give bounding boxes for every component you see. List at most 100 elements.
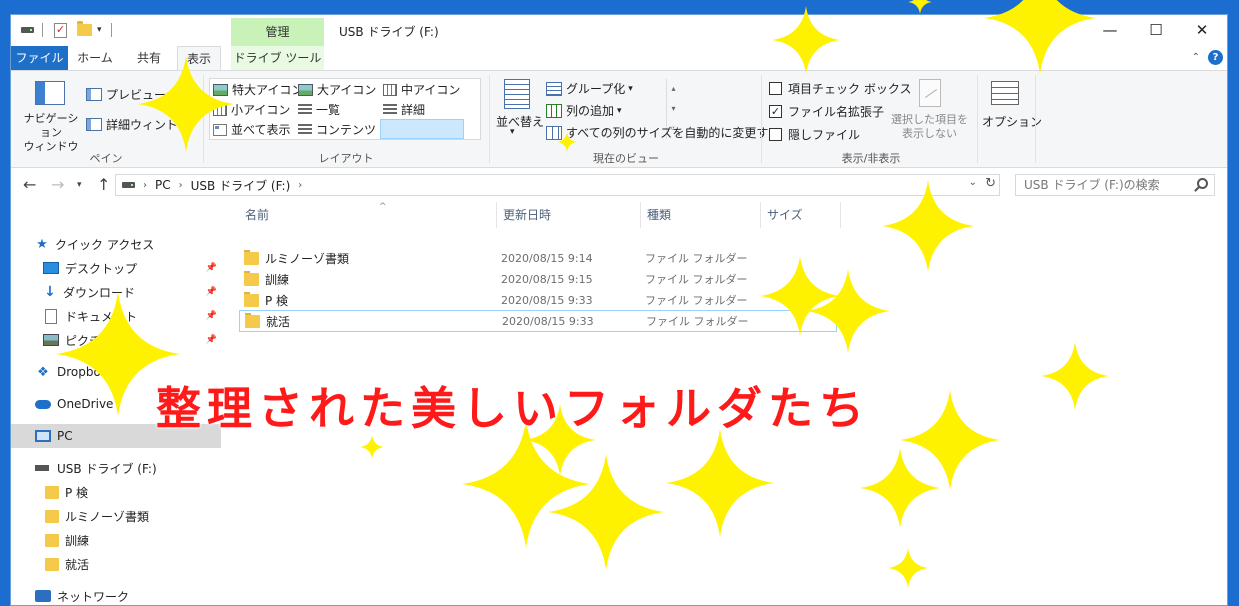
nav-pane-button[interactable]: ナビゲーション ウィンドウ <box>19 112 83 154</box>
options-button[interactable]: オプション <box>982 113 1042 130</box>
table-row[interactable]: ルミノーゾ書類 2020/08/15 9:14 ファイル フォルダー <box>239 247 837 269</box>
chevron-right-icon[interactable]: › <box>143 180 147 191</box>
help-icon[interactable]: ? <box>1208 50 1223 65</box>
nav-network[interactable]: ネットワーク <box>11 584 221 605</box>
breadcrumb-usb-drive[interactable]: USB ドライブ (F:) <box>191 177 291 194</box>
layout-content[interactable]: コンテンツ <box>298 121 376 138</box>
add-column-icon <box>546 103 562 118</box>
pin-icon[interactable]: 📌 <box>206 335 217 345</box>
layout-selection-highlight <box>380 119 464 139</box>
item-checkboxes-label: 項目チェック ボックス <box>788 82 912 96</box>
fit-columns-button[interactable]: すべての列のサイズを自動的に変更する <box>546 124 780 141</box>
up-arrow-icon[interactable]: ↑ <box>97 175 110 194</box>
nav-desktop[interactable]: デスクトップ 📌 <box>11 256 221 280</box>
file-modified: 2020/08/15 9:15 <box>501 272 593 286</box>
sort-icon[interactable] <box>504 79 534 109</box>
refresh-icon[interactable]: ↻ <box>985 176 996 191</box>
address-bar[interactable]: › PC › USB ドライブ (F:) › ⌄ ↻ <box>115 174 1000 196</box>
chevron-down-icon: ▾ <box>617 105 622 116</box>
search-placeholder: USB ドライブ (F:)の検索 <box>1024 178 1160 192</box>
group-label-show-hide: 表示/非表示 <box>841 152 901 165</box>
layout-label: 小アイコン <box>231 103 291 117</box>
column-header-size[interactable]: サイズ <box>761 202 841 228</box>
item-checkboxes-toggle[interactable]: 項目チェック ボックス <box>769 80 911 97</box>
sparkle-icon <box>772 6 840 74</box>
window-title: USB ドライブ (F:) <box>339 25 439 39</box>
tab-file[interactable]: ファイル <box>11 46 68 70</box>
add-column-button[interactable]: 列の追加 ▾ <box>546 102 622 119</box>
nav-quick-access[interactable]: ★ クイック アクセス <box>11 232 221 256</box>
layout-list[interactable]: 一覧 <box>298 101 340 118</box>
sparkle-icon <box>557 132 577 152</box>
folder-icon <box>245 312 260 328</box>
column-header-modified[interactable]: 更新日時 <box>497 202 641 228</box>
recent-locations-icon[interactable]: ▾ <box>77 180 82 190</box>
nav-label: ルミノーゾ書類 <box>65 509 150 524</box>
sparkle-icon <box>548 454 664 570</box>
chevron-right-icon[interactable]: › <box>179 180 183 191</box>
nav-pane-icon[interactable] <box>35 81 69 105</box>
group-label-pane: ペイン <box>89 152 123 165</box>
search-input[interactable]: USB ドライブ (F:)の検索 <box>1015 174 1215 196</box>
table-row[interactable]: 訓練 2020/08/15 9:15 ファイル フォルダー <box>239 268 837 290</box>
nav-folder-p-ken[interactable]: P 検 <box>11 480 221 504</box>
group-by-button[interactable]: グループ化 ▾ <box>546 80 633 97</box>
separator <box>42 21 43 39</box>
nav-usb-drive[interactable]: USB ドライブ (F:) <box>11 456 221 480</box>
pin-icon[interactable]: 📌 <box>206 263 217 273</box>
list-icon <box>298 103 312 116</box>
layout-details[interactable]: 詳細 <box>383 101 425 118</box>
close-button[interactable]: ✕ <box>1179 15 1225 45</box>
nav-folder-luminoso[interactable]: ルミノーゾ書類 <box>11 504 221 528</box>
layout-label: 特大アイコン <box>232 83 304 97</box>
table-row[interactable]: P 検 2020/08/15 9:33 ファイル フォルダー <box>239 289 837 311</box>
sort-button[interactable]: 並べ替え <box>496 113 544 130</box>
nav-folder-kunren[interactable]: 訓練 <box>11 528 221 552</box>
details-icon <box>383 103 397 116</box>
hide-selected-button[interactable]: 選択した項目を 表示しない <box>891 113 971 141</box>
file-name: ルミノーゾ書類 <box>265 251 350 266</box>
forward-arrow-icon[interactable]: → <box>51 175 64 194</box>
image-icon <box>298 83 313 96</box>
quick-access-dropdown-icon[interactable]: ▾ <box>97 21 102 39</box>
sparkle-icon <box>806 269 890 353</box>
desktop-icon <box>43 262 59 274</box>
file-extensions-label: ファイル名拡張子 <box>788 105 885 119</box>
layout-label: 中アイコン <box>401 83 461 97</box>
layout-label: 詳細 <box>401 103 426 117</box>
layout-label: コンテンツ <box>316 123 377 137</box>
hidden-items-toggle[interactable]: 隠しファイル <box>769 126 860 143</box>
group-separator <box>1035 75 1036 163</box>
dropbox-icon: ❖ <box>37 364 49 380</box>
checkbox-unchecked-icon <box>769 82 782 95</box>
nav-folder-shukatsu[interactable]: 就活 <box>11 552 221 576</box>
pin-icon[interactable]: 📌 <box>206 311 217 321</box>
column-header-type[interactable]: 種類 <box>641 202 761 228</box>
back-arrow-icon[interactable]: ← <box>23 175 36 194</box>
file-extensions-toggle[interactable]: ✓ ファイル名拡張子 <box>769 103 884 120</box>
checkbox-checked-icon: ✓ <box>769 105 782 118</box>
breadcrumb-pc[interactable]: PC <box>155 178 171 192</box>
table-row[interactable]: 就活 2020/08/15 9:33 ファイル フォルダー <box>239 310 837 332</box>
column-header-name[interactable]: 名前 ^ <box>239 202 497 228</box>
layout-medium-icons[interactable]: 中アイコン <box>383 81 460 98</box>
column-label: 名前 <box>245 208 270 222</box>
folder-icon <box>45 533 59 547</box>
preview-pane-icon <box>86 88 102 101</box>
search-icon[interactable] <box>1197 178 1208 189</box>
sort-dropdown-icon[interactable]: ▾ <box>510 127 515 137</box>
sparkle-icon <box>360 435 384 459</box>
maximize-button[interactable]: ☐ <box>1133 15 1179 45</box>
chevron-right-icon[interactable]: › <box>298 180 302 191</box>
group-label-layout: レイアウト <box>318 152 374 165</box>
properties-icon[interactable]: ✓ <box>54 21 67 39</box>
new-folder-icon[interactable] <box>77 21 92 39</box>
pin-icon[interactable]: 📌 <box>206 287 217 297</box>
group-by-icon <box>546 81 562 96</box>
tab-drive-tools[interactable]: ドライブ ツール <box>231 46 324 70</box>
collapse-ribbon-icon[interactable]: ⌃ <box>1192 52 1200 63</box>
sparkle-icon <box>666 429 774 537</box>
options-icon[interactable] <box>991 81 1023 105</box>
layout-large-icons[interactable]: 大アイコン <box>298 81 376 98</box>
tab-home[interactable]: ホーム <box>71 46 119 70</box>
